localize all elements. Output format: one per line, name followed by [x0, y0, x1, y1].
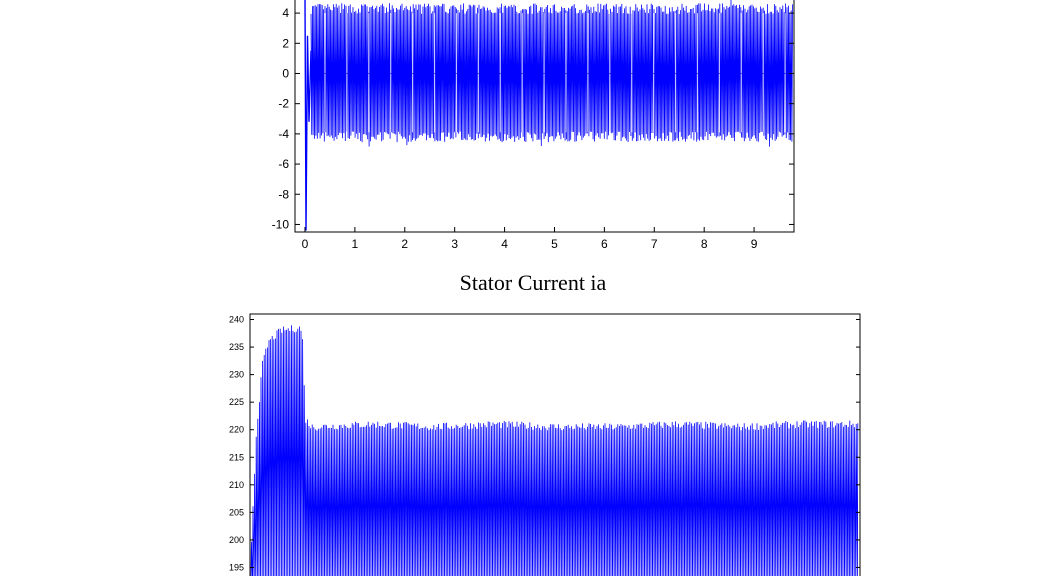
bottom-signal-trace [250, 325, 859, 576]
top-y-tick-label: 4 [282, 6, 289, 20]
top-y-tick-label: -6 [278, 157, 289, 171]
top-x-tick-label: 0 [302, 237, 309, 251]
top-x-tick-label: 8 [701, 237, 708, 251]
top-y-tick-label: -4 [278, 127, 289, 141]
bottom-y-tick-label: 195 [229, 562, 244, 572]
stator-current-caption: Stator Current ia [460, 270, 607, 295]
bottom-oscillation [250, 325, 859, 576]
top-y-tick-label: 2 [282, 36, 289, 50]
top-x-tick-label: 3 [451, 237, 458, 251]
top-x-tick-label: 9 [751, 237, 758, 251]
top-x-tick-label: 6 [601, 237, 608, 251]
bottom-y-tick-label: 240 [229, 315, 244, 325]
bottom-y-tick-label: 210 [229, 480, 244, 490]
bottom-y-tick-label: 220 [229, 425, 244, 435]
top-signal-trace [304, 0, 794, 231]
bottom-chart: 195 200 205 210 215 220 225 230 235 240 [229, 313, 861, 576]
top-x-tick-label: 1 [352, 237, 359, 251]
top-x-axis-ticks: 0 1 2 3 4 5 6 7 8 9 [302, 227, 758, 251]
top-x-tick-label: 4 [501, 237, 508, 251]
top-chart: -10 -8 -6 -4 -2 0 2 4 0 1 2 3 4 5 6 7 8 9 [272, 0, 795, 251]
top-x-tick-label: 7 [651, 237, 658, 251]
bottom-y-tick-label: 215 [229, 452, 244, 462]
bottom-y-tick-label: 200 [229, 535, 244, 545]
top-x-tick-label: 2 [401, 237, 408, 251]
bottom-y-tick-label: 235 [229, 342, 244, 352]
top-y-tick-label: -8 [278, 187, 289, 201]
top-y-tick-label: -2 [278, 97, 289, 111]
bottom-y-tick-label: 230 [229, 370, 244, 380]
top-y-tick-label: 0 [282, 66, 289, 80]
bottom-y-tick-label: 225 [229, 397, 244, 407]
top-y-tick-label: -10 [272, 217, 290, 231]
bottom-y-tick-label: 205 [229, 507, 244, 517]
figure: -10 -8 -6 -4 -2 0 2 4 0 1 2 3 4 5 6 7 8 9 Stator Current… [229, 0, 861, 576]
top-x-tick-label: 5 [551, 237, 558, 251]
top-transient-spike [304, 0, 312, 231]
